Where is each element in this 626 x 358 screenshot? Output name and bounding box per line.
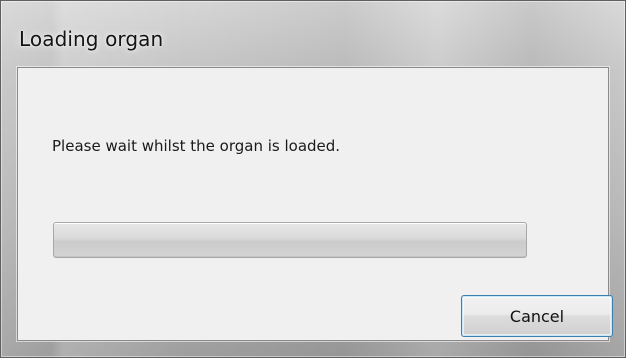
progress-bar bbox=[53, 222, 527, 258]
loading-message: Please wait whilst the organ is loaded. bbox=[52, 137, 341, 155]
cancel-button[interactable]: Cancel bbox=[461, 295, 613, 337]
loading-organ-window: Loading organ Please wait whilst the org… bbox=[0, 0, 626, 358]
dialog-content: Please wait whilst the organ is loaded. … bbox=[17, 67, 613, 341]
window-title: Loading organ bbox=[19, 27, 164, 51]
title-bar[interactable]: Loading organ bbox=[13, 11, 613, 51]
